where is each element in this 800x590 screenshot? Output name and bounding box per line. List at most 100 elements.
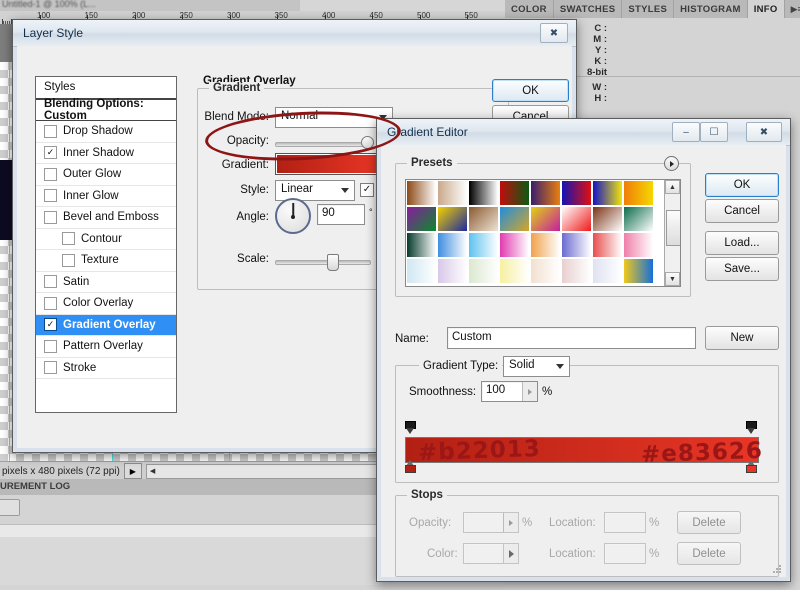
preset-swatch[interactable]: [468, 180, 499, 206]
color-stop-left[interactable]: [405, 460, 416, 473]
effects-list[interactable]: Styles Blending Options: Custom Drop Sha…: [35, 76, 177, 413]
effect-row-texture[interactable]: Texture: [36, 250, 176, 272]
measurement-log-record-button[interactable]: [0, 499, 20, 516]
blending-options-row[interactable]: Blending Options: Custom: [36, 98, 176, 122]
presets-grid[interactable]: [406, 180, 654, 284]
gradient-editor-save-button[interactable]: Save...: [705, 257, 779, 281]
preset-swatch[interactable]: [406, 206, 437, 232]
scroll-down-arrow-icon[interactable]: ▼: [665, 272, 680, 286]
checkbox-inner-glow[interactable]: [44, 189, 57, 203]
preset-swatch[interactable]: [499, 206, 530, 232]
preset-swatch[interactable]: [468, 206, 499, 232]
gradient-editor-load-button[interactable]: Load...: [705, 231, 779, 255]
checkbox-texture[interactable]: [62, 253, 75, 267]
effect-row-drop-shadow[interactable]: Drop Shadow: [36, 121, 176, 143]
scroll-up-arrow-icon[interactable]: ▲: [665, 180, 680, 194]
stop-color-input[interactable]: [463, 543, 519, 564]
preset-swatch[interactable]: [623, 206, 654, 232]
gradient-editor-titlebar[interactable]: Gradient Editor – ☐ ✖: [377, 119, 790, 146]
layer-style-ok-button[interactable]: OK: [492, 79, 569, 102]
preset-swatch[interactable]: [530, 258, 561, 284]
preset-swatch[interactable]: [561, 180, 592, 206]
effect-row-gradient-overlay[interactable]: ✓ Gradient Overlay: [36, 314, 176, 336]
preset-swatch[interactable]: [530, 206, 561, 232]
effect-row-stroke[interactable]: Stroke: [36, 358, 176, 379]
preset-swatch[interactable]: [437, 232, 468, 258]
presets-scroll-thumb[interactable]: [666, 210, 680, 246]
effect-row-contour[interactable]: Contour: [36, 229, 176, 250]
delete-opacity-stop-button[interactable]: Delete: [677, 511, 741, 534]
scroll-left-arrow-icon[interactable]: ◀: [147, 467, 158, 475]
angle-dial[interactable]: [275, 198, 311, 234]
panel-tab-color[interactable]: COLOR: [505, 0, 554, 18]
gradient-editor-dialog[interactable]: Gradient Editor – ☐ ✖ Presets ▲ ▼ OK Can…: [376, 118, 791, 582]
stop-location-input-1[interactable]: [604, 512, 646, 533]
preset-swatch[interactable]: [499, 180, 530, 206]
presets-scrollbar[interactable]: ▲ ▼: [664, 180, 680, 286]
preset-swatch[interactable]: [592, 232, 623, 258]
preset-swatch[interactable]: [468, 258, 499, 284]
preset-swatch[interactable]: [623, 258, 654, 284]
smoothness-input[interactable]: 100: [481, 381, 538, 402]
styles-list-header[interactable]: Styles: [36, 77, 176, 100]
stop-color-picker-button[interactable]: [503, 544, 518, 563]
scale-slider-track[interactable]: [275, 260, 371, 265]
panel-tab-histogram[interactable]: HISTOGRAM: [674, 0, 748, 18]
preset-swatch[interactable]: [530, 180, 561, 206]
checkbox-gradient-overlay[interactable]: ✓: [44, 318, 57, 332]
effect-row-color-overlay[interactable]: Color Overlay: [36, 293, 176, 315]
preset-swatch[interactable]: [437, 258, 468, 284]
effect-row-bevel-and-emboss[interactable]: Bevel and Emboss: [36, 207, 176, 229]
checkbox-contour[interactable]: [62, 232, 75, 246]
preset-swatch[interactable]: [406, 258, 437, 284]
gradient-type-select[interactable]: Solid: [503, 356, 570, 377]
preset-swatch[interactable]: [592, 180, 623, 206]
preset-swatch[interactable]: [406, 180, 437, 206]
minimize-icon[interactable]: –: [672, 122, 700, 142]
preset-swatch[interactable]: [561, 232, 592, 258]
gradient-editor-cancel-button[interactable]: Cancel: [705, 199, 779, 223]
checkbox-drop-shadow[interactable]: [44, 124, 57, 138]
stop-opacity-input[interactable]: [463, 512, 519, 533]
opacity-stop-right[interactable]: [746, 421, 757, 434]
checkbox-pattern-overlay[interactable]: [44, 339, 57, 353]
checkbox-satin[interactable]: [44, 275, 57, 289]
gradient-editor-ok-button[interactable]: OK: [705, 173, 779, 197]
preset-swatch[interactable]: [437, 206, 468, 232]
panel-tab-styles[interactable]: STYLES: [622, 0, 675, 18]
preset-swatch[interactable]: [530, 232, 561, 258]
stop-opacity-stepper[interactable]: [503, 513, 518, 532]
checkbox-stroke[interactable]: [44, 361, 57, 375]
layer-style-titlebar[interactable]: Layer Style ✖: [13, 20, 576, 47]
scale-slider-thumb[interactable]: [327, 254, 339, 271]
delete-color-stop-button[interactable]: Delete: [677, 542, 741, 565]
preset-swatch[interactable]: [623, 180, 654, 206]
angle-input[interactable]: 90: [317, 204, 365, 225]
presets-menu-icon[interactable]: [664, 156, 679, 171]
effect-row-outer-glow[interactable]: Outer Glow: [36, 164, 176, 186]
close-icon[interactable]: ✖: [540, 23, 568, 43]
preset-swatch[interactable]: [468, 232, 499, 258]
checkbox-bevel-and-emboss[interactable]: [44, 210, 57, 224]
preset-swatch[interactable]: [561, 258, 592, 284]
effect-row-inner-shadow[interactable]: ✓ Inner Shadow: [36, 143, 176, 164]
preset-swatch[interactable]: [561, 206, 592, 232]
smoothness-stepper[interactable]: [522, 382, 537, 401]
measurement-log-tab[interactable]: UREMENT LOG: [0, 481, 70, 492]
opacity-stop-left[interactable]: [405, 421, 416, 434]
preset-swatch[interactable]: [592, 258, 623, 284]
preset-swatch[interactable]: [437, 180, 468, 206]
preset-swatch[interactable]: [499, 232, 530, 258]
stop-location-input-2[interactable]: [604, 543, 646, 564]
gradient-new-button[interactable]: New: [705, 326, 779, 350]
gradient-name-input[interactable]: Custom: [447, 327, 696, 349]
panel-tab-info[interactable]: INFO: [747, 0, 785, 18]
preset-swatch[interactable]: [406, 232, 437, 258]
close-icon[interactable]: ✖: [746, 122, 782, 142]
resize-grip-icon[interactable]: [772, 564, 782, 574]
effect-row-satin[interactable]: Satin: [36, 272, 176, 293]
checkbox-align-with-layer[interactable]: ✓: [360, 183, 374, 197]
panel-tab-swatches[interactable]: SWATCHES: [553, 0, 623, 18]
maximize-icon[interactable]: ☐: [700, 122, 728, 142]
panel-menu-icon[interactable]: ▶≡: [785, 0, 800, 18]
